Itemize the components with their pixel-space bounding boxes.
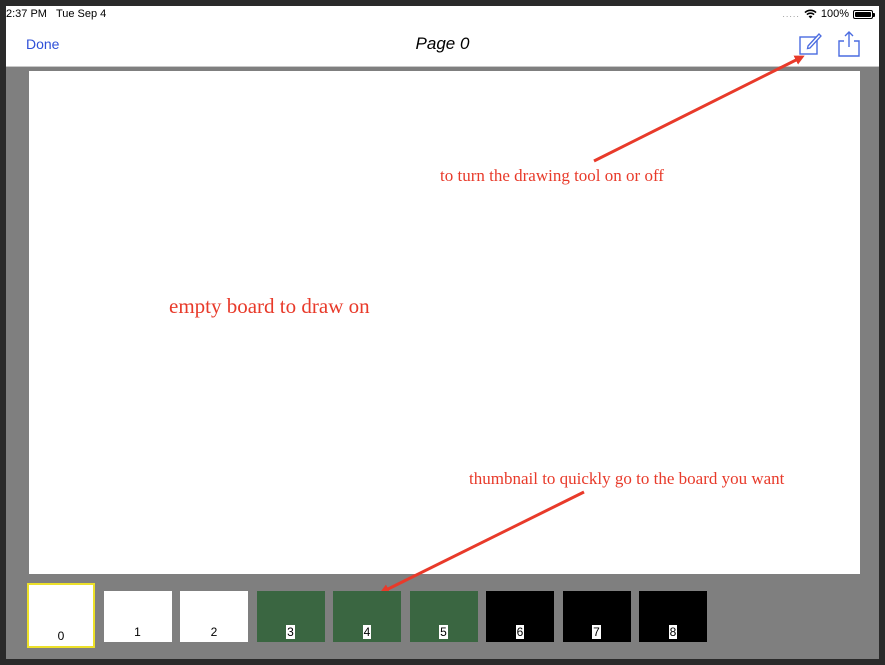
signal-icon: ..... bbox=[782, 9, 800, 19]
navigation-bar: Done Page 0 bbox=[6, 22, 879, 67]
drawing-board[interactable] bbox=[29, 71, 860, 574]
share-icon[interactable] bbox=[836, 30, 862, 58]
battery-icon bbox=[853, 9, 875, 19]
thumbnail-0[interactable]: 0 bbox=[27, 583, 95, 648]
annotation-thumbnail: thumbnail to quickly go to the board you… bbox=[469, 469, 785, 488]
thumbnail-8[interactable]: 8 bbox=[639, 591, 707, 642]
thumbnail-strip: 0 1 2 3 4 5 6 7 8 bbox=[6, 581, 879, 659]
annotation-toggle-tool: to turn the drawing tool on or off bbox=[440, 166, 664, 185]
battery-percent: 100% bbox=[820, 8, 849, 20]
thumbnail-label: 1 bbox=[134, 625, 141, 639]
thumbnail-label: 6 bbox=[515, 625, 525, 639]
thumbnail-label: 5 bbox=[439, 625, 448, 639]
thumbnail-label: 2 bbox=[210, 625, 218, 639]
status-time-date: 2:37 PM Tue Sep 4 bbox=[6, 8, 106, 20]
status-date: Tue Sep 4 bbox=[55, 8, 107, 20]
compose-icon[interactable] bbox=[798, 30, 824, 58]
thumbnail-3[interactable]: 3 bbox=[256, 591, 325, 642]
app-frame: 2:37 PM Tue Sep 4 ..... 100% Done Page 0 bbox=[6, 6, 879, 659]
wifi-icon bbox=[804, 9, 817, 19]
thumbnail-label: 0 bbox=[57, 629, 65, 643]
thumbnail-1[interactable]: 1 bbox=[103, 591, 172, 642]
thumbnail-2[interactable]: 2 bbox=[180, 591, 248, 642]
status-time: 2:37 PM bbox=[6, 8, 47, 20]
thumbnail-label: 7 bbox=[592, 625, 601, 639]
thumbnail-4[interactable]: 4 bbox=[333, 591, 401, 642]
thumbnail-label: 3 bbox=[286, 625, 295, 639]
thumbnail-5[interactable]: 5 bbox=[409, 591, 478, 642]
thumbnail-label: 4 bbox=[362, 625, 372, 639]
status-bar: 2:37 PM Tue Sep 4 ..... 100% bbox=[6, 6, 879, 22]
status-right: ..... 100% bbox=[782, 8, 875, 20]
thumbnail-6[interactable]: 6 bbox=[486, 591, 554, 642]
thumbnail-label: 8 bbox=[668, 625, 678, 639]
annotation-empty-board: empty board to draw on bbox=[169, 294, 370, 318]
page-title: Page 0 bbox=[415, 34, 470, 53]
thumbnail-7[interactable]: 7 bbox=[562, 591, 631, 642]
